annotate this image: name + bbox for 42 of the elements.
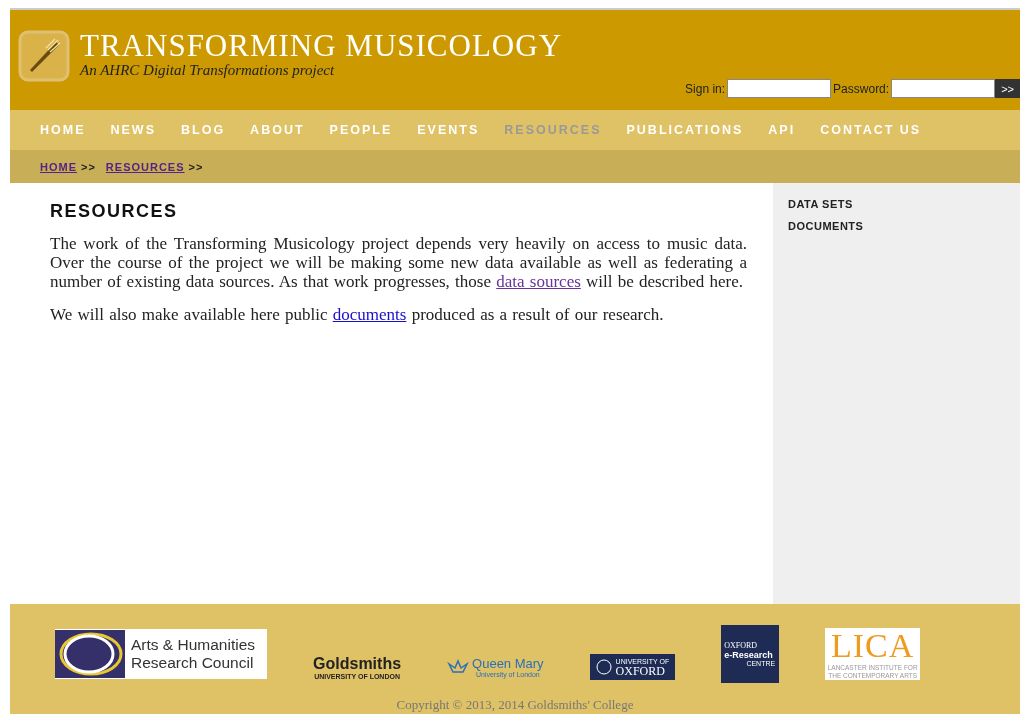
breadcrumb-link[interactable]: HOME xyxy=(40,160,77,173)
nav-link[interactable]: NEWS xyxy=(110,123,156,137)
logo-text: Goldsmiths xyxy=(313,654,402,673)
crest-icon xyxy=(595,659,612,675)
logo-text: e-Research xyxy=(724,650,774,660)
breadcrumb-separator: >> xyxy=(188,160,204,173)
password-field[interactable] xyxy=(891,79,996,98)
nav-link[interactable]: CONTACT US xyxy=(820,123,922,137)
sign-in-label: Sign in: xyxy=(685,81,726,96)
oval-rings-icon xyxy=(55,630,125,678)
nav-link[interactable]: EVENTS xyxy=(417,123,480,137)
partner-logo[interactable]: Arts & Humanities Research Council xyxy=(55,629,268,679)
nav-link[interactable]: API xyxy=(768,123,796,137)
body-paragraph: The work of the Transforming Musicology project depends very heavily on access to music data. Over the course of the project we will be making some new data available as well as federating a number of existing data sources. As that work progresses, those data sources will be described here. xyxy=(50,234,747,291)
site-title: TRANSFORMING MUSICOLOGY xyxy=(80,30,563,62)
nav-link[interactable]: HOME xyxy=(40,123,86,137)
page-heading: RESOURCES xyxy=(50,201,179,222)
copyright-text: Copyright © 2013, 2014 Goldsmiths' College xyxy=(395,697,635,713)
site-subtitle: An AHRC Digital Transformations project xyxy=(80,62,336,79)
crown-icon xyxy=(447,658,470,676)
logo-text: Queen Mary xyxy=(472,656,544,671)
logo-icon xyxy=(18,30,70,82)
nav-link[interactable]: BLOG xyxy=(181,123,226,137)
breadcrumb-link[interactable]: RESOURCES xyxy=(105,160,185,173)
sign-in-field[interactable] xyxy=(727,79,832,98)
nav-link[interactable]: RESOURCES xyxy=(504,123,602,137)
logo-text: OXFORD xyxy=(615,664,665,677)
nav-link[interactable]: PEOPLE xyxy=(329,123,393,137)
logo-text: Research Council xyxy=(131,654,255,672)
text-link[interactable]: data sources xyxy=(496,272,581,291)
logo-text: Arts & Humanities xyxy=(131,636,256,654)
sidebar-link[interactable]: DOCUMENTS xyxy=(788,220,864,232)
nav-link[interactable]: PUBLICATIONS xyxy=(626,123,744,137)
breadcrumb-separator: >> xyxy=(81,160,96,173)
sidebar-link[interactable]: DATA SETS xyxy=(788,198,853,210)
text-link[interactable]: documents xyxy=(332,305,407,324)
nav-link[interactable]: ABOUT xyxy=(250,123,305,137)
logo-text: OXFORD xyxy=(724,641,759,650)
logo-text: LICA xyxy=(830,628,916,664)
body-paragraph: We will also make available here public documents produced as a result of our research. xyxy=(50,305,665,324)
password-label: Password: xyxy=(833,81,890,96)
submit-button[interactable]: >> xyxy=(995,79,1020,98)
